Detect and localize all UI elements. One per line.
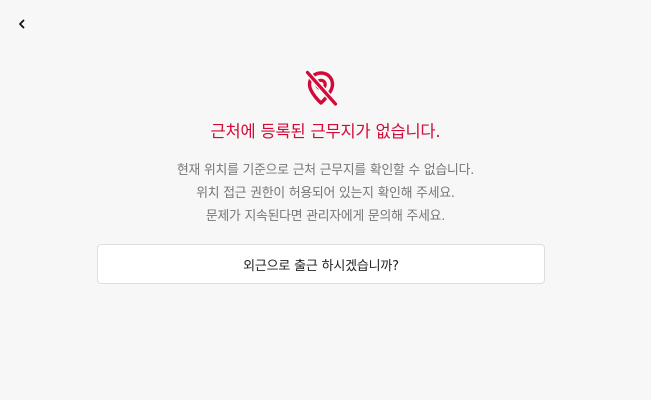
chevron-left-icon bbox=[19, 19, 25, 29]
outside-checkin-button[interactable]: 외근으로 출근 하시겠습니까? bbox=[97, 244, 545, 284]
message-line: 현재 위치를 기준으로 근처 근무지를 확인할 수 없습니다. bbox=[176, 163, 475, 178]
back-button[interactable] bbox=[12, 14, 32, 34]
page-title: 근처에 등록된 근무지가 없습니다. bbox=[210, 122, 441, 141]
location-off-icon bbox=[304, 69, 339, 107]
message-line: 문제가 지속된다면 관리자에게 문의해 주세요. bbox=[205, 209, 446, 224]
message-block: 현재 위치를 기준으로 근처 근무지를 확인할 수 없습니다. 위치 접근 권한… bbox=[0, 159, 651, 228]
message-line: 위치 접근 권한이 허용되어 있는지 확인해 주세요. bbox=[196, 186, 455, 201]
